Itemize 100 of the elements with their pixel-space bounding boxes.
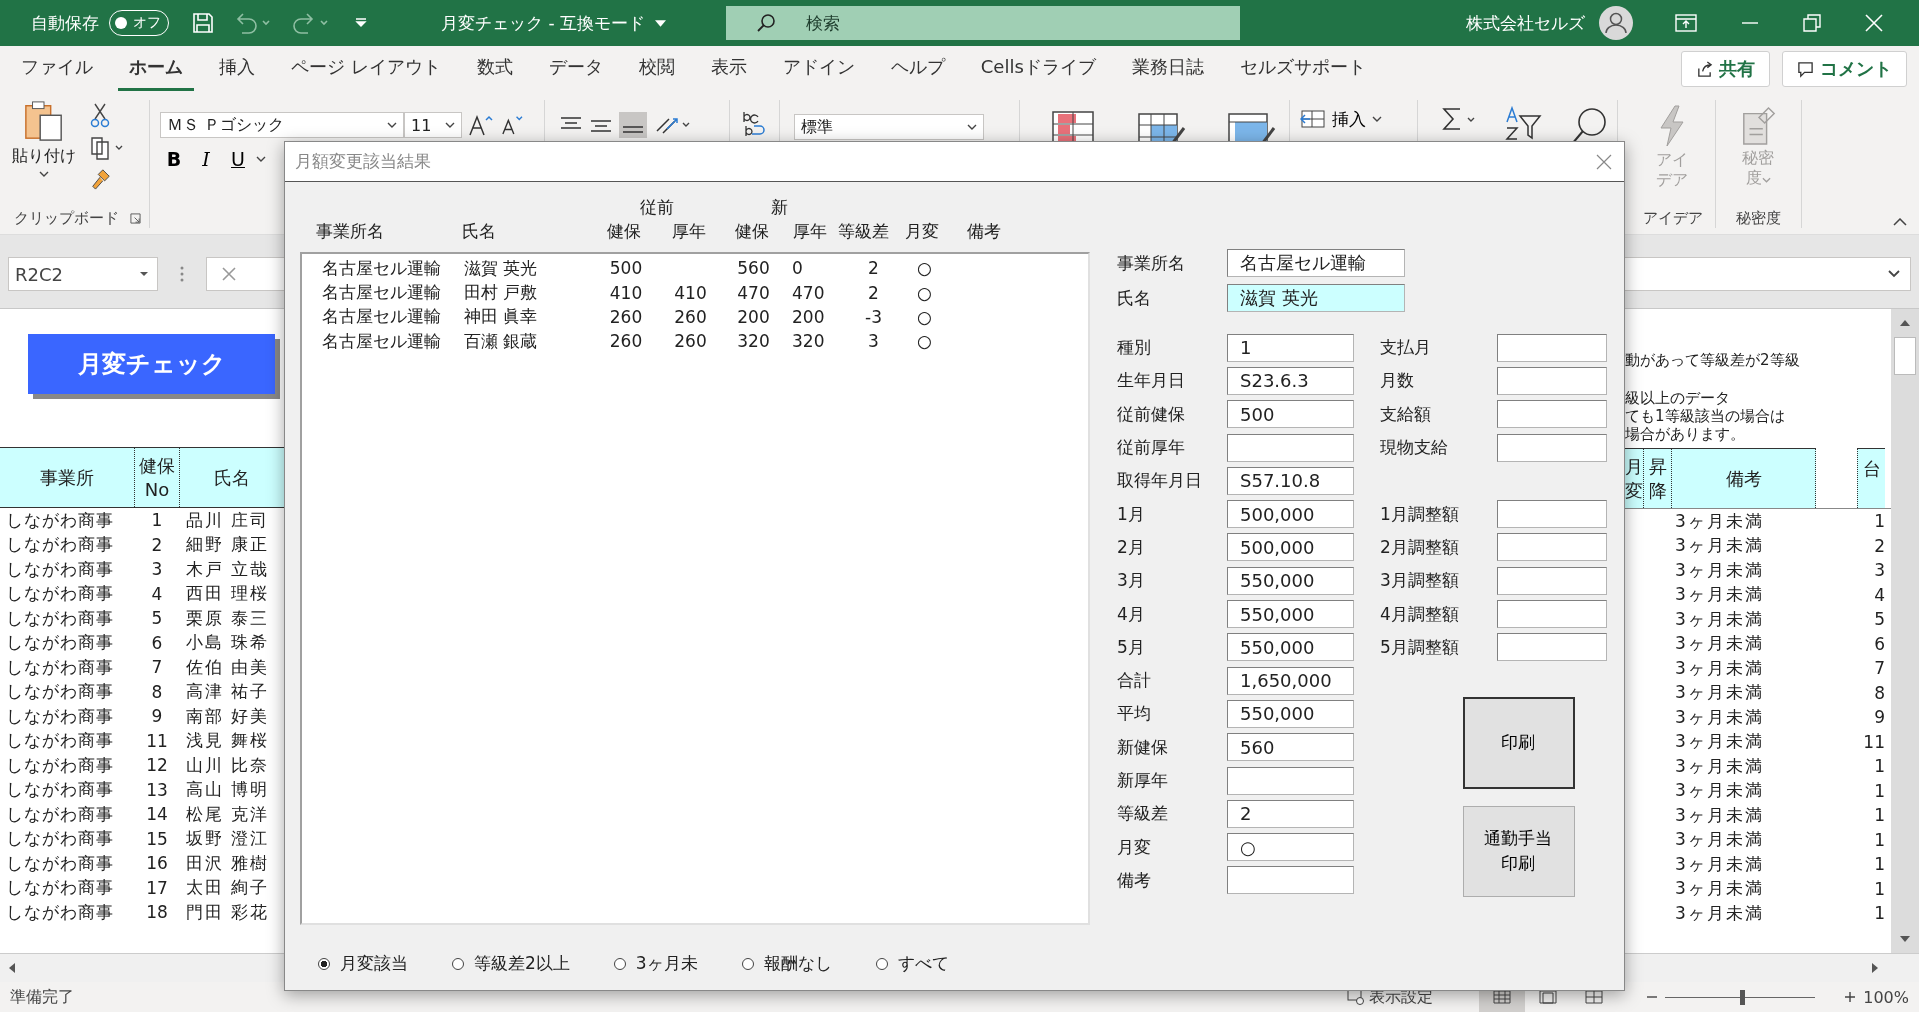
ribbon-tab[interactable]: 挿入 xyxy=(208,47,266,91)
ribbon-tab[interactable]: 表示 xyxy=(699,47,758,91)
text-field[interactable]: 550,000 xyxy=(1227,600,1354,628)
paste-button[interactable]: 貼り付け xyxy=(12,100,76,190)
table-cell-text: 南部 好美 xyxy=(185,704,271,728)
note-text: 場合があります。 xyxy=(1625,425,1745,444)
text-field[interactable]: 2 xyxy=(1227,799,1354,828)
text-field[interactable]: S57.10.8 xyxy=(1227,466,1354,495)
table-cell-text: 3ヶ月未満 xyxy=(1675,558,1765,582)
filter-radio[interactable]: 等級差2以上 xyxy=(452,952,570,975)
field-label: 1月調整額 xyxy=(1379,502,1460,526)
account-name[interactable]: 株式会社セルズ xyxy=(1465,11,1585,35)
table-cell-text: 3ヶ月未満 xyxy=(1675,828,1765,852)
table-cell-text: 1 xyxy=(1873,829,1885,850)
table-cell-text: 9 xyxy=(1873,707,1885,728)
result-list[interactable]: 名古屋セル運輸 滋賀 英光 500 560 0 2 ○ 名古屋セル運輸 田村 戸敷 410 410 470 470 2 ○ 名古屋セル運輸 神田 眞幸 260 260 200 200 -3 ○ 名古屋セル運輸 百瀬 銀蔵 260 260 320 320 3 ○ xyxy=(300,252,1090,925)
list-cell: 320 xyxy=(737,331,770,352)
text-field[interactable]: 1,650,000 xyxy=(1227,666,1354,695)
column-header: 健保 xyxy=(733,219,770,243)
table-cell-text: 3ヶ月未満 xyxy=(1675,509,1765,533)
font-size-field[interactable]: 11 xyxy=(404,112,462,138)
filter-radio[interactable]: 報酬なし xyxy=(741,952,832,975)
table-cell-text: 木戸 立哉 xyxy=(185,557,271,581)
search-field[interactable]: 検索 xyxy=(725,6,1240,40)
ribbon-tab[interactable]: 業務日誌 xyxy=(1120,47,1215,91)
field-label: 支給額 xyxy=(1379,402,1432,426)
ribbon-tab[interactable]: Cellsドライブ xyxy=(969,47,1107,91)
text-field[interactable]: 560 xyxy=(1227,733,1354,762)
table-cell-text: 3ヶ月未満 xyxy=(1675,877,1765,901)
window-title[interactable]: 月変チェック - 互換モード xyxy=(441,11,666,35)
table-cell-text: 浅見 舞桜 xyxy=(185,729,271,753)
field-label: 等級差 xyxy=(1117,802,1169,826)
list-cell: 3 xyxy=(868,331,879,352)
bold-button[interactable]: B xyxy=(160,148,188,170)
field-label: 種別 xyxy=(1117,336,1152,360)
ribbon-tab[interactable]: ファイル xyxy=(10,47,104,91)
list-cell: 名古屋セル運輸 xyxy=(322,282,441,303)
list-row[interactable]: 名古屋セル運輸 滋賀 英光 500 560 0 2 ○ xyxy=(302,256,1088,281)
field-label: 事業所名 xyxy=(1117,251,1186,275)
table-cell-text: しながわ商事 xyxy=(5,704,115,728)
table-cell-text: 3ヶ月未満 xyxy=(1675,852,1765,876)
filter-radio[interactable]: 月変該当 xyxy=(318,952,408,975)
column-header: 健保No xyxy=(134,448,180,507)
table-cell-text: しながわ商事 xyxy=(5,876,115,900)
text-field[interactable]: 550,000 xyxy=(1227,566,1354,595)
italic-button[interactable]: I xyxy=(192,148,220,170)
table-cell-text: 3ヶ月未満 xyxy=(1675,681,1765,705)
underline-button[interactable]: U xyxy=(224,148,252,170)
field-label: 3月調整額 xyxy=(1379,569,1460,593)
list-row[interactable]: 名古屋セル運輸 百瀬 銀蔵 260 260 320 320 3 ○ xyxy=(302,329,1088,354)
text-field[interactable]: 滋賀 英光 xyxy=(1227,284,1405,312)
text-field[interactable]: 550,000 xyxy=(1227,699,1354,728)
ribbon-tab[interactable]: セルズサポート xyxy=(1228,47,1377,91)
ribbon-tab[interactable]: データ xyxy=(537,47,614,91)
text-field[interactable]: 名古屋セル運輸 xyxy=(1227,249,1405,277)
filter-radio[interactable]: 3ヶ月未 xyxy=(613,952,698,975)
table-cell-text: 1 xyxy=(1873,903,1885,924)
table-cell-text: 7 xyxy=(150,657,164,678)
filter-radio[interactable]: すべて xyxy=(875,952,949,975)
comment-button[interactable]: コメント xyxy=(1782,51,1907,87)
list-cell: 名古屋セル運輸 xyxy=(322,257,441,278)
table-cell-text: 3ヶ月未満 xyxy=(1675,583,1765,607)
ribbon-tab[interactable]: アドイン xyxy=(771,47,866,91)
table-cell-text: 12 xyxy=(145,755,169,776)
table-cell-text: 栗原 泰三 xyxy=(185,606,271,630)
table-cell-text: しながわ商事 xyxy=(5,508,115,532)
text-field[interactable]: 550,000 xyxy=(1227,633,1354,662)
field-label: 2月調整額 xyxy=(1379,535,1460,559)
text-field[interactable]: 500 xyxy=(1227,400,1354,429)
table-cell-text: 1 xyxy=(1873,878,1885,899)
name-box[interactable]: R2C2 xyxy=(8,257,158,291)
text-field[interactable]: 500,000 xyxy=(1227,533,1354,562)
font-name-field[interactable]: ＭＳ Ｐゴシック xyxy=(160,112,404,138)
list-cell: 名古屋セル運輸 xyxy=(322,330,441,351)
table-cell-text: しながわ商事 xyxy=(5,606,115,630)
field-label: 3月 xyxy=(1117,569,1146,593)
ribbon-tab[interactable]: ヘルプ xyxy=(879,47,956,91)
text-field[interactable]: 1 xyxy=(1227,333,1354,362)
table-cell-text: しながわ商事 xyxy=(5,851,115,875)
ribbon-tab[interactable]: 校閲 xyxy=(627,47,686,91)
number-format-field[interactable]: 標準 xyxy=(794,114,984,140)
field-label: 月数 xyxy=(1379,369,1415,393)
field-label: 支払月 xyxy=(1379,336,1432,360)
column-header: 事業所名 xyxy=(316,219,385,243)
zoom-value[interactable]: 100% xyxy=(1863,987,1909,1007)
list-cell: 260 xyxy=(609,331,643,352)
list-row[interactable]: 名古屋セル運輸 田村 戸敷 410 410 470 470 2 ○ xyxy=(302,280,1088,305)
share-button[interactable]: 共有 xyxy=(1681,51,1770,87)
print-button[interactable]: 印刷 xyxy=(1462,697,1575,789)
field-label: 氏名 xyxy=(1117,286,1152,310)
table-cell-text: しながわ商事 xyxy=(5,680,115,704)
print-button[interactable]: 通勤手当印刷 xyxy=(1462,805,1575,898)
ribbon-tab[interactable]: 数式 xyxy=(465,47,524,91)
list-row[interactable]: 名古屋セル運輸 神田 眞幸 260 260 200 200 -3 ○ xyxy=(302,304,1088,330)
insert-button[interactable]: 挿入 xyxy=(1300,104,1382,134)
text-field[interactable]: 500,000 xyxy=(1227,500,1354,529)
text-field[interactable]: S23.6.3 xyxy=(1227,366,1354,395)
field-label: 5月調整額 xyxy=(1379,635,1460,659)
text-field[interactable]: ○ xyxy=(1227,833,1354,862)
ribbon-tab[interactable]: ページ レイアウト xyxy=(280,47,452,91)
